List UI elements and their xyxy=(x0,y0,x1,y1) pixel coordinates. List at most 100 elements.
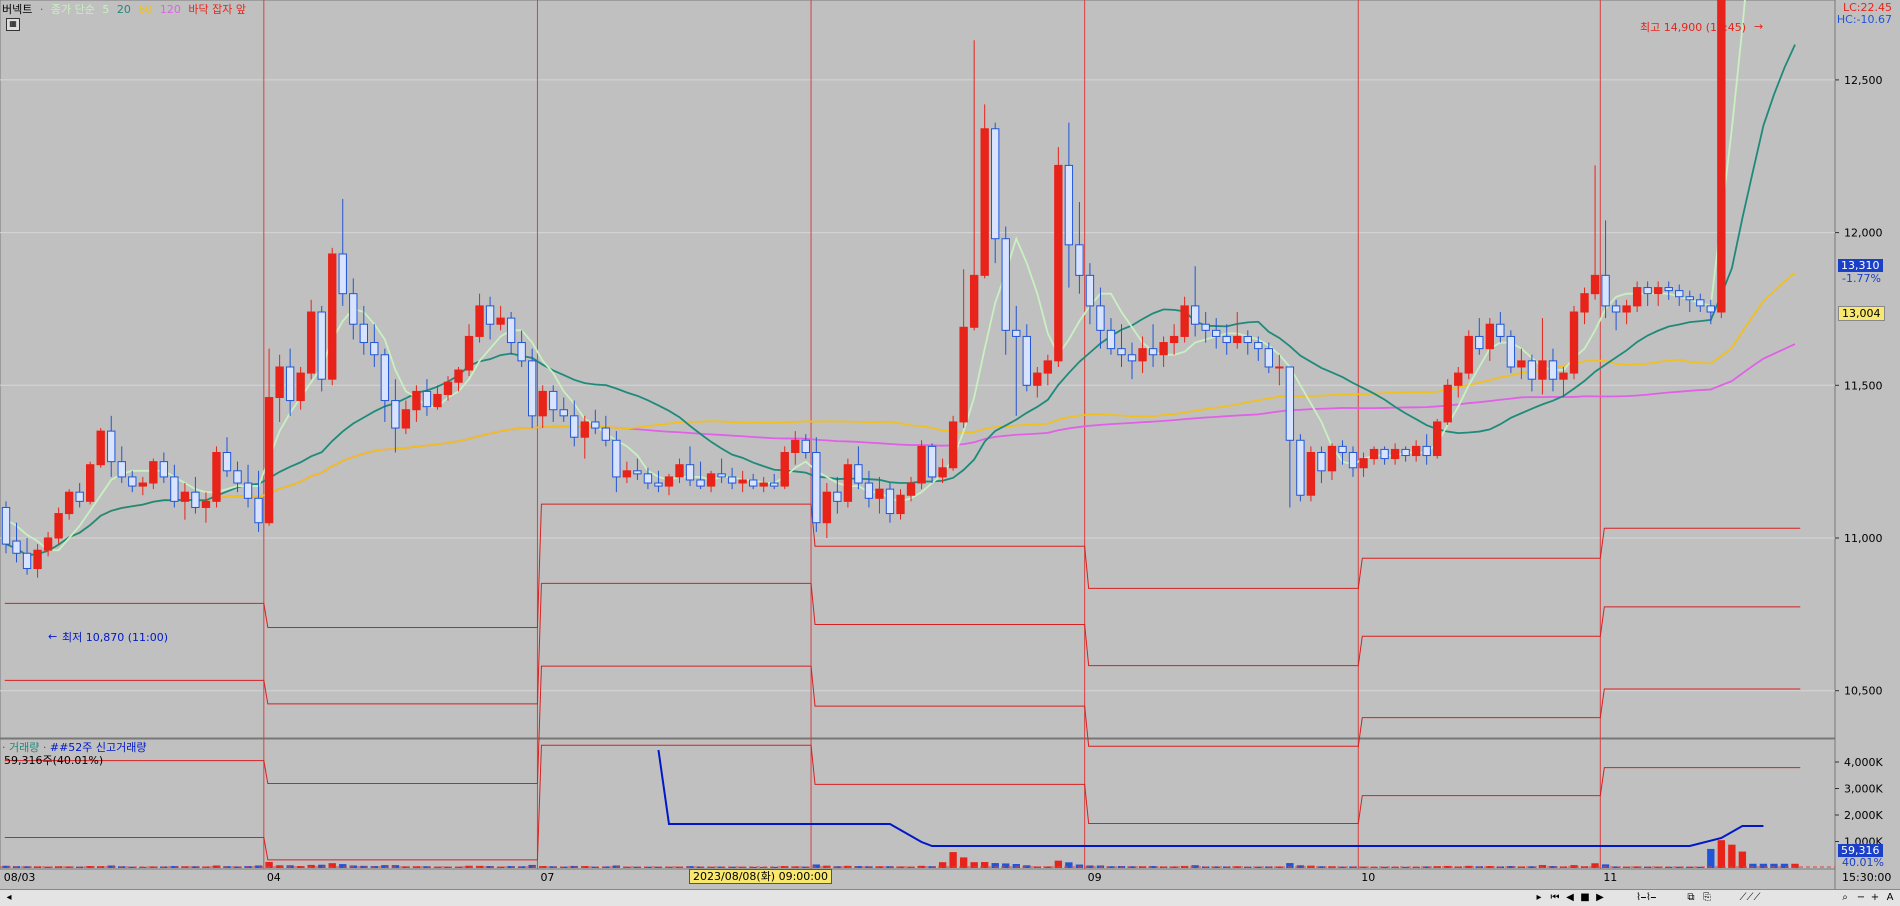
candle-body xyxy=(1275,366,1284,369)
chart-canvas: 10,50011,00011,50012,00012,50013,00013,5… xyxy=(0,0,1884,889)
volume-value: 59,316주(40.01%) xyxy=(4,754,104,767)
price-axis: 10,50011,00011,50012,00012,50013,00013,5… xyxy=(4,74,1884,884)
candle-body xyxy=(328,253,337,380)
candle-body xyxy=(601,427,611,441)
candle-body xyxy=(917,445,926,484)
candle-body xyxy=(991,128,1000,240)
candle-body xyxy=(538,390,547,417)
volume-bar xyxy=(318,864,326,868)
candle-body xyxy=(1138,348,1147,362)
candle-body xyxy=(117,461,126,478)
candle-body xyxy=(12,540,21,554)
legend-ma-label[interactable]: 종가 단순 xyxy=(51,3,95,16)
zoom-out-icon[interactable]: − xyxy=(1854,891,1868,904)
candle-body xyxy=(1632,287,1642,307)
candle-body xyxy=(1496,323,1505,337)
candle-body xyxy=(1590,274,1600,295)
legend-ma120[interactable]: 120 xyxy=(160,3,181,16)
candle-body xyxy=(338,253,347,295)
candle-body xyxy=(243,482,253,499)
volume-bars xyxy=(0,749,1835,868)
candle-body xyxy=(1212,329,1221,337)
high-annotation: 최고 14,900 (14:45) xyxy=(1640,21,1747,34)
candle-body xyxy=(285,366,295,402)
candle-body xyxy=(1296,439,1305,496)
jump-first-icon[interactable]: ⏮ xyxy=(1548,891,1562,904)
candle-body xyxy=(969,274,979,328)
volume-bar xyxy=(949,852,957,868)
candle-body xyxy=(264,397,274,524)
candle-body xyxy=(738,479,747,484)
high-arrow-icon: → xyxy=(1754,20,1764,33)
candle-body xyxy=(938,467,947,478)
price-tick-label: 11,500 xyxy=(1844,379,1883,392)
candle-body xyxy=(706,473,716,487)
candle-body xyxy=(485,305,495,325)
candle-body xyxy=(1433,421,1442,457)
candle-body xyxy=(1169,335,1179,344)
chart-type-icon[interactable]: ⌇⎯⌇⎯ xyxy=(1616,891,1676,904)
x-tick-label: 09 xyxy=(1088,871,1102,884)
candle-body xyxy=(1338,445,1347,453)
candle-body xyxy=(833,491,842,502)
legend-stock-name[interactable]: 버넥트 xyxy=(2,3,32,16)
candle-body xyxy=(864,482,874,499)
candle-body xyxy=(654,482,663,487)
candle-body xyxy=(1001,238,1010,331)
legend-ma20[interactable]: 20 xyxy=(117,3,131,16)
candle-body xyxy=(1517,360,1526,368)
price-tick-label: 10,500 xyxy=(1844,685,1883,698)
volume-tick-label: 2,000K xyxy=(1844,809,1883,822)
scroll-left-icon[interactable]: ◂ xyxy=(2,891,16,904)
legend-ma5[interactable]: 5 xyxy=(102,3,109,16)
zoom-in-icon[interactable]: + xyxy=(1868,891,1882,904)
candle-body xyxy=(1401,448,1410,457)
candles xyxy=(1,0,1726,578)
candle-body xyxy=(1538,360,1547,380)
candle-body xyxy=(1601,274,1610,307)
layout-icon[interactable]: ⧉ xyxy=(1684,891,1698,904)
stop-icon[interactable]: ■ xyxy=(1578,891,1592,904)
chart-grid-icon[interactable]: ▦ xyxy=(6,18,20,31)
legend-indicator[interactable]: 바닥 잡자 앞 xyxy=(188,3,246,16)
candle-body xyxy=(1443,384,1452,423)
candle-body xyxy=(1527,360,1537,380)
candle-body xyxy=(138,482,147,487)
candle-body xyxy=(780,451,789,487)
zoom-icon[interactable]: ⌕ xyxy=(1838,891,1852,904)
play-icon[interactable]: ▶ xyxy=(1593,891,1607,904)
candle-body xyxy=(1264,348,1274,368)
hc-label: HC:-10.67 xyxy=(1836,13,1892,26)
candle-body xyxy=(212,451,221,502)
candle-body xyxy=(1675,290,1684,298)
candle-body xyxy=(201,500,211,508)
scroll-right-icon[interactable]: ▸ xyxy=(1532,891,1546,904)
rewind-icon[interactable]: ◀ xyxy=(1563,891,1577,904)
copy-icon[interactable]: ⎘ xyxy=(1700,891,1714,904)
candle-body xyxy=(812,451,821,524)
draw-tools-icon[interactable]: ⟋⟋⟋ xyxy=(1730,891,1770,904)
price-tick-label: 12,500 xyxy=(1844,74,1883,87)
candle-body xyxy=(896,494,905,515)
legend-ma60[interactable]: 60 xyxy=(138,3,152,16)
candle-body xyxy=(770,482,779,487)
candle-body xyxy=(254,497,263,524)
candle-body xyxy=(1685,296,1694,301)
candle-body xyxy=(549,390,558,411)
candle-body xyxy=(1454,372,1463,386)
candle-body xyxy=(1580,293,1589,313)
font-size-icon[interactable]: A xyxy=(1883,891,1897,904)
candle-body xyxy=(1,506,11,545)
candle-body xyxy=(1054,164,1063,362)
candle-body xyxy=(1190,305,1200,325)
candle-body xyxy=(1706,305,1715,313)
candle-body xyxy=(1201,323,1210,331)
candle-body xyxy=(22,552,32,570)
candle-body xyxy=(1317,451,1326,472)
bottom-toolbar: ◂ ▸ ⏮ ◀ ■ ▶ ⌇⎯⌇⎯ ⧉ ⎘ ⟋⟋⟋ ⌕ − + A xyxy=(0,889,1900,906)
candle-body xyxy=(433,393,442,408)
x-tick-label: 11 xyxy=(1603,871,1617,884)
candle-body xyxy=(475,305,484,337)
price-tick-label: 11,000 xyxy=(1844,532,1883,545)
candle-body xyxy=(128,476,137,487)
